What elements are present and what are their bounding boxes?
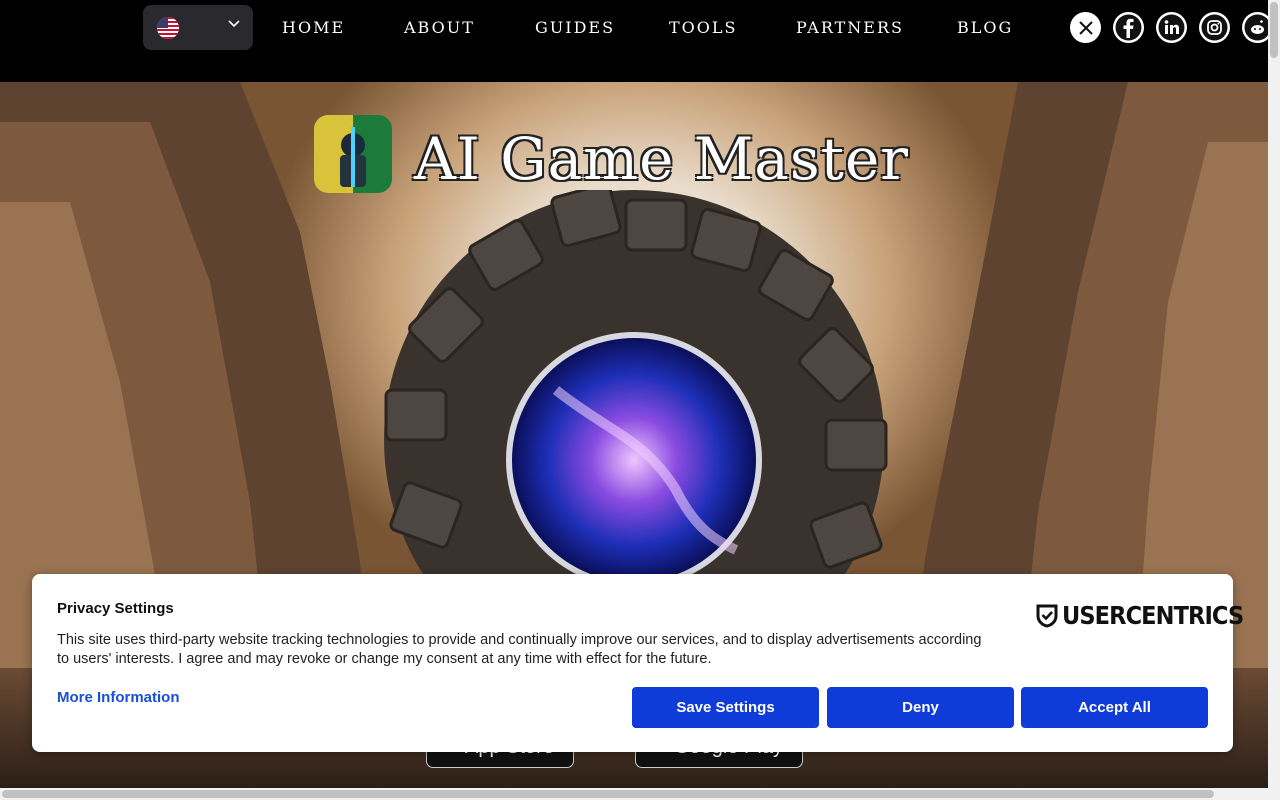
app-logo-icon [314, 115, 392, 193]
shield-icon [1036, 604, 1058, 628]
language-selector[interactable] [143, 5, 253, 50]
deny-button[interactable]: Deny [827, 687, 1014, 728]
save-settings-button[interactable]: Save Settings [632, 687, 819, 728]
vertical-scrollbar[interactable] [1268, 0, 1280, 800]
usercentrics-brand-text: USERCENTRICS [1062, 601, 1244, 630]
linkedin-icon[interactable] [1156, 12, 1187, 43]
horizontal-scroll-thumb[interactable] [2, 790, 1214, 798]
more-information-link[interactable]: More Information [57, 689, 180, 706]
instagram-icon[interactable] [1199, 12, 1230, 43]
accept-all-button[interactable]: Accept All [1021, 687, 1208, 728]
vertical-scroll-thumb[interactable] [1270, 2, 1278, 58]
x-icon[interactable] [1070, 12, 1101, 43]
nav-partners[interactable]: PARTNERS [796, 18, 904, 37]
nav-guides[interactable]: GUIDES [535, 18, 615, 37]
horizontal-scrollbar[interactable] [0, 788, 1268, 800]
consent-description: This site uses third-party website track… [57, 632, 982, 667]
top-navigation: HOME ABOUT GUIDES TOOLS PARTNERS BLOG [0, 0, 1273, 82]
nav-about[interactable]: ABOUT [404, 18, 475, 37]
usercentrics-logo: USERCENTRICS [1036, 601, 1263, 630]
privacy-consent-dialog: Privacy Settings This site uses third-pa… [32, 574, 1244, 752]
nav-tools[interactable]: TOOLS [669, 18, 738, 37]
nav-home[interactable]: HOME [282, 18, 345, 37]
chevron-down-icon [227, 16, 241, 34]
nav-blog[interactable]: BLOG [957, 18, 1013, 37]
facebook-icon[interactable] [1113, 12, 1144, 43]
hero-title: AI Game Master [414, 125, 909, 193]
consent-title: Privacy Settings [57, 600, 174, 617]
us-flag-icon [157, 17, 179, 39]
